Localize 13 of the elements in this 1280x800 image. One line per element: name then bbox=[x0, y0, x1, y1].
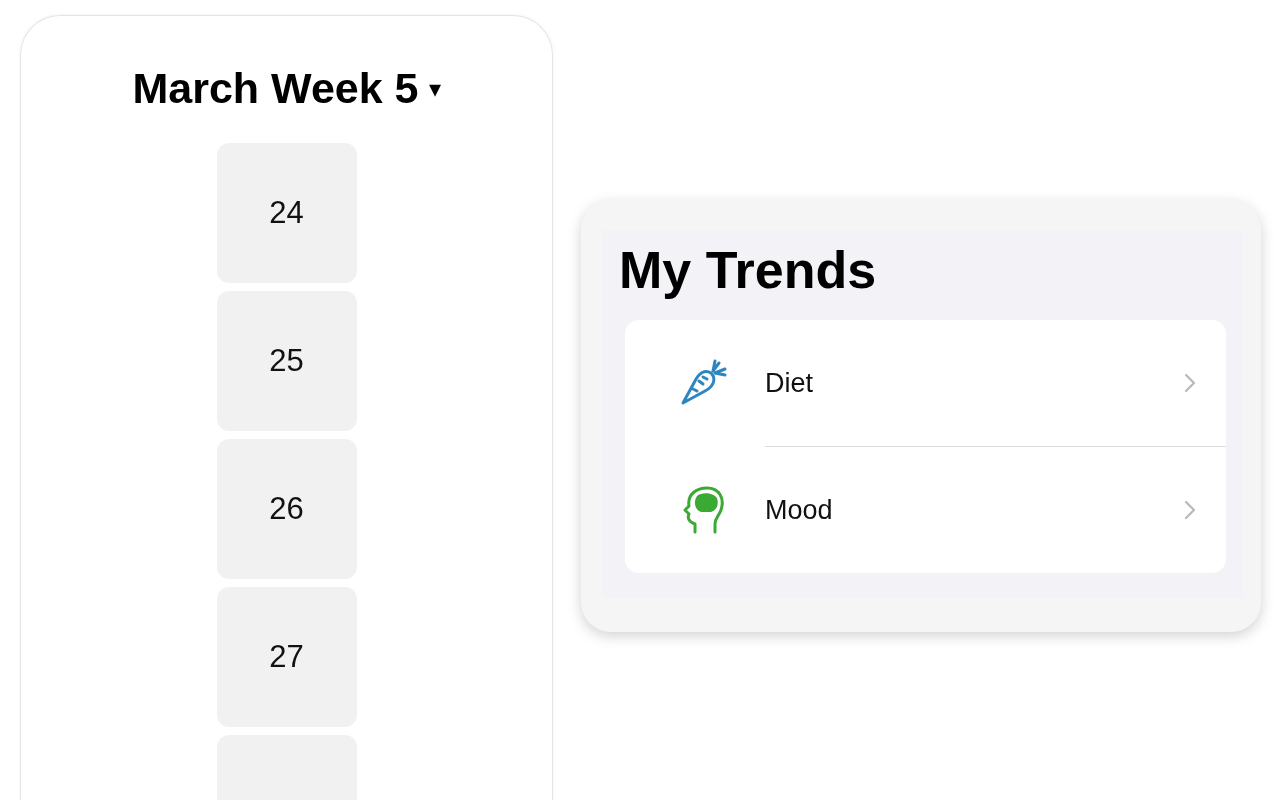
trend-row[interactable]: Diet bbox=[625, 320, 1226, 446]
chevron-icon bbox=[1184, 500, 1196, 520]
chevron-icon bbox=[1184, 373, 1196, 393]
trend-label: Diet bbox=[765, 367, 814, 399]
trend-row[interactable]: Mood bbox=[765, 446, 1226, 573]
caret-icon[interactable]: ▾ bbox=[428, 74, 441, 103]
trends-title: My Trends bbox=[619, 240, 878, 300]
day-button[interactable]: 25 bbox=[216, 291, 357, 431]
day-button[interactable]: 24 bbox=[216, 143, 357, 283]
day-button[interactable]: 27 bbox=[216, 587, 357, 727]
day-button[interactable]: 26 bbox=[216, 439, 357, 579]
trend-label: Mood bbox=[765, 494, 834, 526]
week-title[interactable]: March Week 5 bbox=[132, 64, 419, 113]
